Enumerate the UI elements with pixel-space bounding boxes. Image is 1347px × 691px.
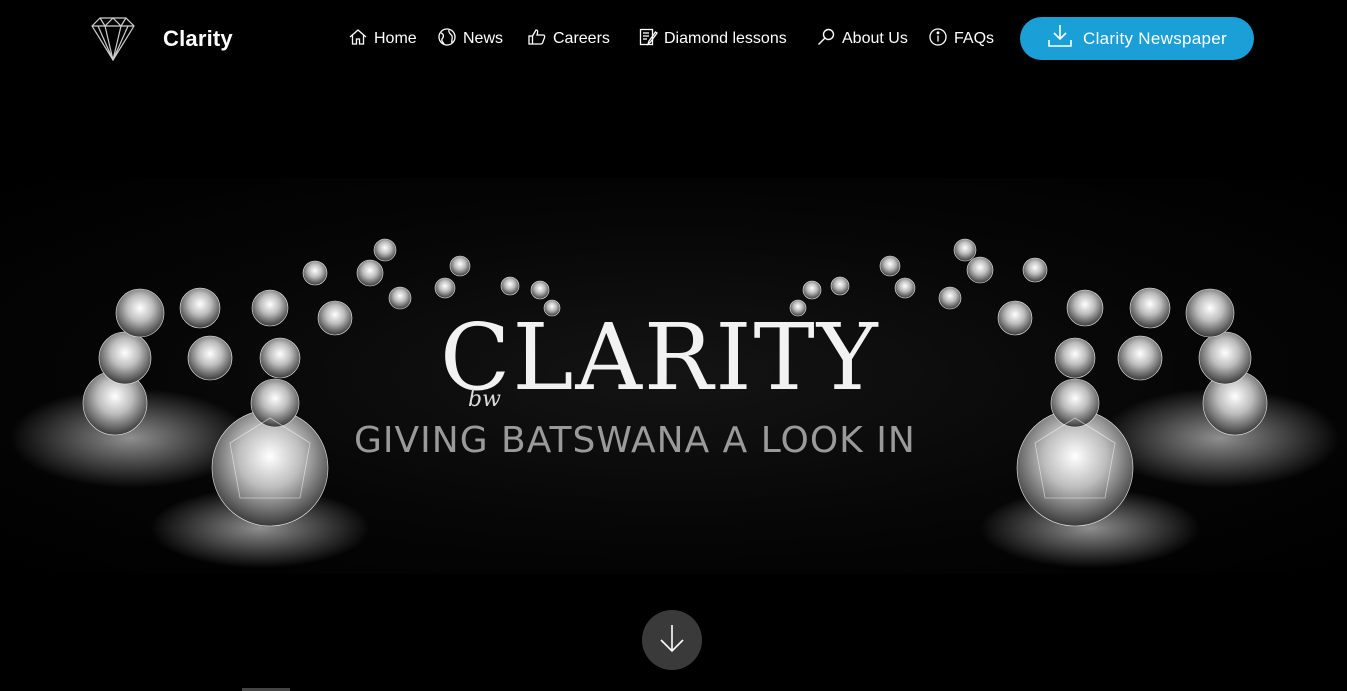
arrow-down-icon [655, 621, 689, 660]
nav-item-diamond-lessons[interactable]: Diamond lessons [638, 27, 787, 51]
nav-item-home[interactable]: Home [348, 27, 417, 51]
site-header: Clarity Home News Careers Diamond lesson… [0, 0, 1347, 78]
nav-label: FAQs [954, 30, 995, 47]
nav-item-careers[interactable]: Careers [527, 27, 610, 51]
nav-label: Home [374, 30, 417, 47]
nav-label: About Us [842, 30, 908, 47]
diamond-icon[interactable] [88, 12, 138, 64]
hero-title-text: CLARITY [440, 304, 880, 411]
thumbs-up-icon [527, 27, 547, 52]
hero-title: CLARITY bw [440, 304, 920, 413]
edit-document-icon [638, 27, 658, 52]
scroll-down-button[interactable] [642, 610, 702, 670]
download-icon [1047, 23, 1073, 54]
hero-subtitle: GIVING BATSWANA A LOOK IN [354, 420, 916, 461]
nav-item-news[interactable]: News [437, 27, 503, 51]
nav-item-about-us[interactable]: About Us [816, 27, 908, 51]
nav-label: Diamond lessons [664, 30, 787, 47]
home-icon [348, 27, 368, 52]
cta-label: Clarity Newspaper [1083, 28, 1227, 48]
search-icon [816, 27, 836, 52]
info-icon [928, 27, 948, 52]
nav-item-faqs[interactable]: FAQs [928, 27, 994, 51]
page: Clarity Home News Careers Diamond lesson… [0, 0, 1347, 691]
clarity-newspaper-button[interactable]: Clarity Newspaper [1020, 17, 1254, 60]
nav-label: Careers [553, 30, 610, 47]
globe-icon [437, 27, 457, 52]
nav-label: News [463, 30, 504, 47]
brand-name[interactable]: Clarity [163, 26, 233, 52]
hero-banner: CLARITY bw GIVING BATSWANA A LOOK IN [0, 178, 1347, 574]
